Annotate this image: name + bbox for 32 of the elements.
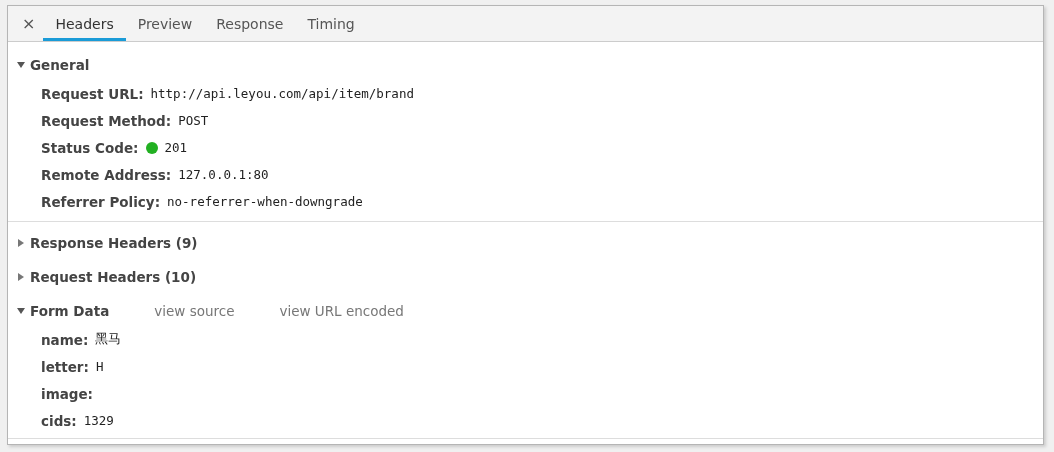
header-value: POST — [178, 113, 209, 128]
collapsed-triangle-icon[interactable] — [17, 239, 25, 247]
header-value: 黑马 — [95, 331, 122, 348]
header-name: Status Code: — [41, 139, 139, 156]
expanded-triangle-icon[interactable] — [17, 307, 25, 315]
header-name: Request URL: — [41, 85, 144, 102]
view-link[interactable]: view URL encoded — [279, 303, 404, 319]
header-name: Request Method: — [41, 112, 172, 129]
header-name: name: — [41, 331, 89, 348]
header-name: Referrer Policy: — [41, 193, 161, 210]
header-name: letter: — [41, 358, 89, 375]
section-title[interactable]: Request Headers (10) — [30, 269, 197, 285]
section-title[interactable]: General — [30, 57, 90, 73]
header-value: http://api.leyou.com/api/item/brand — [150, 86, 414, 101]
header-value: 127.0.0.1:80 — [178, 167, 269, 182]
header-value: 1329 — [83, 413, 114, 428]
header-value: no-referrer-when-downgrade — [167, 194, 363, 209]
view-link[interactable]: view source — [154, 303, 235, 319]
tab[interactable]: Timing — [295, 6, 367, 41]
section-title[interactable]: Response Headers (9) — [30, 235, 198, 251]
section-title[interactable]: Form Data — [30, 303, 110, 319]
header-value: 201 — [164, 140, 188, 155]
header-name: cids: — [41, 412, 77, 429]
header-name: image: — [41, 385, 94, 402]
collapsed-triangle-icon[interactable] — [17, 273, 25, 281]
header-name: Remote Address: — [41, 166, 172, 183]
tab[interactable]: Response — [204, 6, 296, 41]
close-button[interactable]: × — [14, 6, 44, 41]
tab[interactable]: Preview — [125, 6, 205, 41]
tab[interactable]: Headers — [43, 6, 126, 41]
header-value: H — [95, 359, 104, 374]
expanded-triangle-icon[interactable] — [17, 61, 25, 69]
